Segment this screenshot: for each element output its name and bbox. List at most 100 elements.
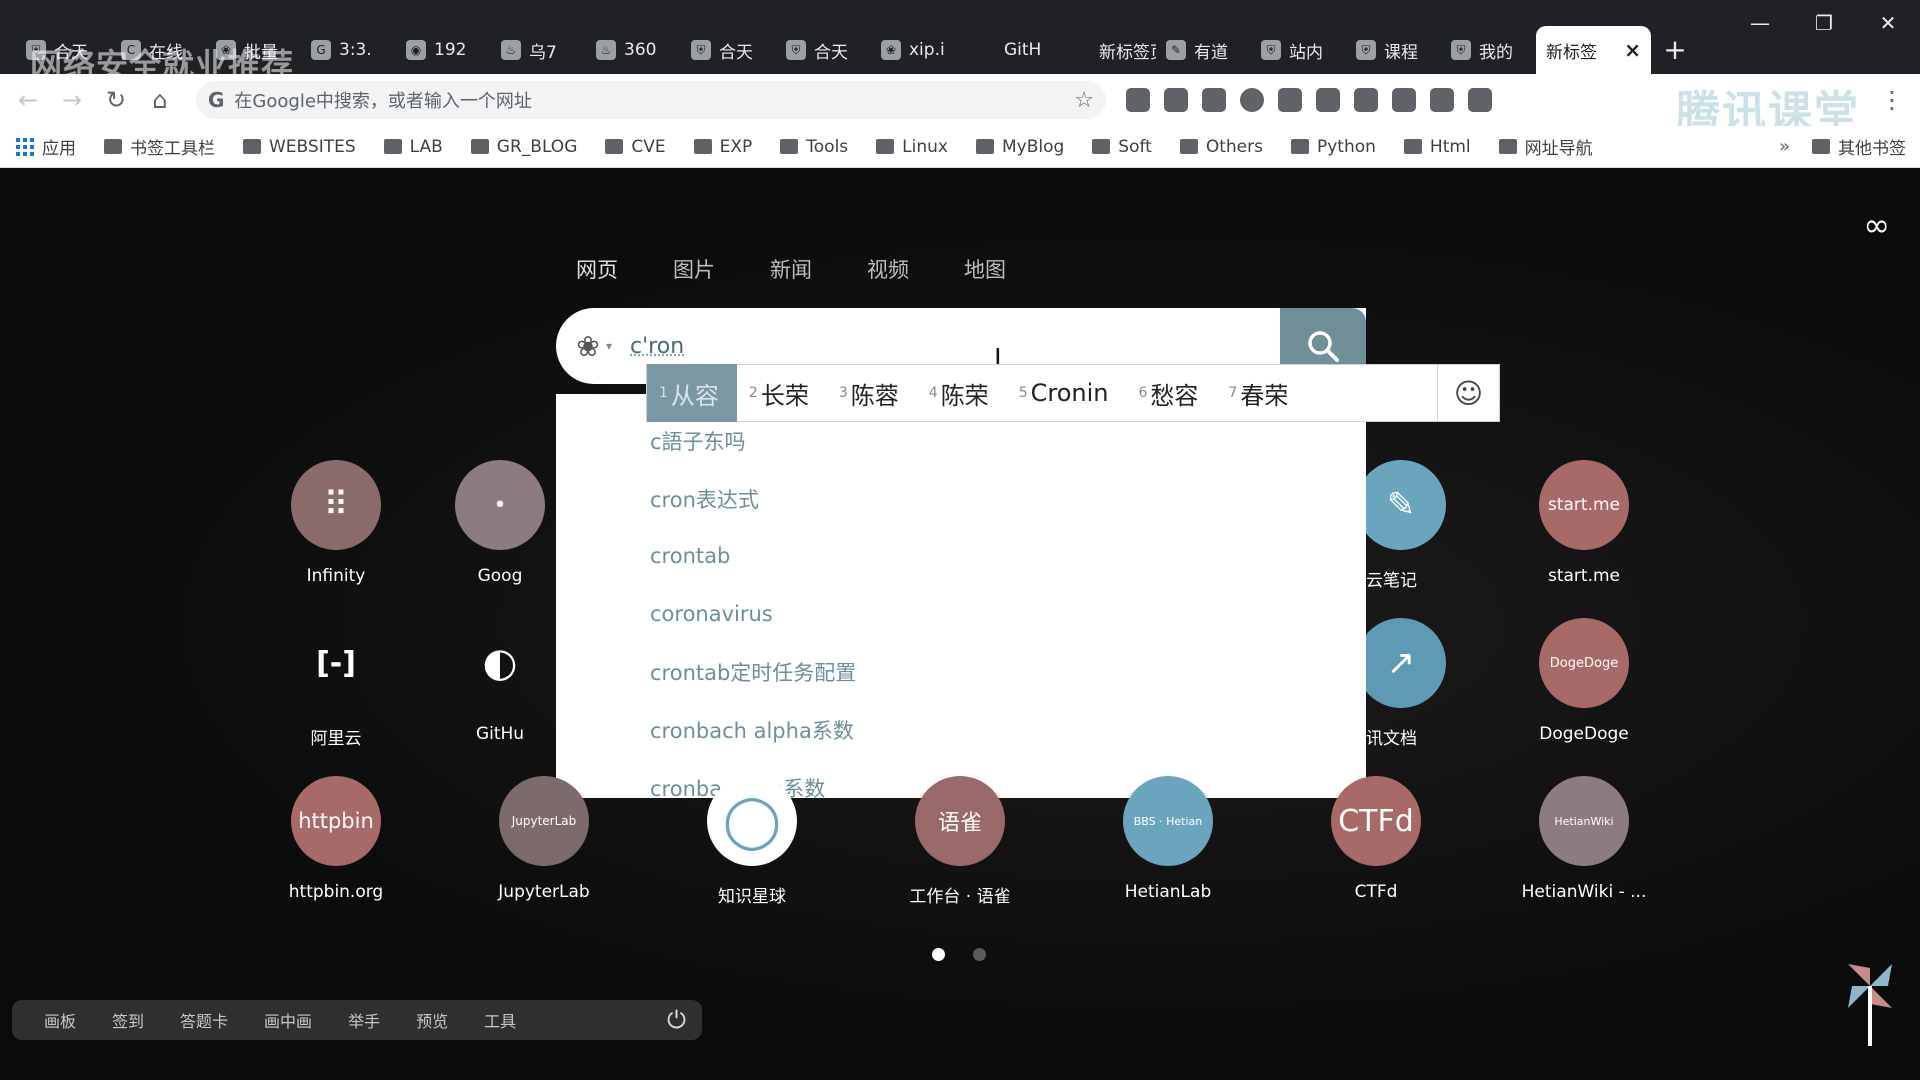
new-tab-button[interactable]: + bbox=[1651, 26, 1699, 74]
suggestion-item[interactable]: crontab bbox=[650, 528, 1366, 586]
speed-dial-google[interactable]: • Goog bbox=[444, 460, 556, 586]
extension-icon[interactable] bbox=[1278, 88, 1302, 112]
bookmark-folder[interactable]: 网址导航 bbox=[1498, 134, 1593, 159]
tab[interactable]: ⛨ 站内 bbox=[1251, 26, 1346, 74]
speed-dial-hetianwiki[interactable]: HetianWiki HetianWiki - ... bbox=[1484, 776, 1684, 902]
tool-check-in[interactable]: 签到 bbox=[112, 1008, 144, 1032]
speed-dial-httpbin[interactable]: httpbin httpbin.org bbox=[236, 776, 436, 902]
extension-icon[interactable] bbox=[1202, 88, 1226, 112]
ime-candidate[interactable]: 3 陈蓉 bbox=[827, 364, 917, 422]
close-icon[interactable]: × bbox=[1624, 38, 1641, 62]
pinwheel-icon[interactable] bbox=[1842, 958, 1898, 1048]
reload-button[interactable]: ↻ bbox=[94, 78, 138, 122]
menu-icon[interactable]: ⋮ bbox=[1880, 86, 1904, 114]
tab[interactable]: ♨ 360 bbox=[586, 26, 681, 74]
bookmark-folder[interactable]: EXP bbox=[693, 137, 752, 157]
suggestion-item[interactable]: cronbach alpha系数 bbox=[650, 701, 1366, 759]
bookmark-folder[interactable]: Html bbox=[1403, 137, 1471, 157]
bookmark-folder[interactable]: GR_BLOG bbox=[470, 137, 577, 157]
bookmark-folder[interactable]: WEBSITES bbox=[243, 137, 356, 157]
bookmark-folder[interactable]: Linux bbox=[876, 137, 948, 157]
other-bookmarks[interactable]: 其他书签 bbox=[1812, 134, 1906, 159]
speed-dial-github[interactable]: ◐ GitHu bbox=[444, 618, 556, 744]
speed-dial-jupyterlab[interactable]: JupyterLab JupyterLab bbox=[444, 776, 644, 902]
speed-dial-hetianlab[interactable]: BBS · Hetian HetianLab bbox=[1068, 776, 1268, 902]
tab-images[interactable]: 图片 bbox=[673, 254, 715, 284]
tool-preview[interactable]: 预览 bbox=[416, 1008, 448, 1032]
tool-drawing-board[interactable]: 画板 bbox=[44, 1008, 76, 1032]
speed-dial-cloud-notes[interactable]: ✎ 云笔记 bbox=[1366, 460, 1450, 591]
bookmark-folder[interactable]: Tools bbox=[780, 137, 848, 157]
infinity-icon[interactable]: ∞ bbox=[1863, 206, 1890, 244]
speed-dial-aliyun[interactable]: [-] 阿里云 bbox=[236, 618, 436, 750]
extension-icon[interactable] bbox=[1164, 88, 1188, 112]
close-window-button[interactable]: ✕ bbox=[1856, 0, 1920, 46]
suggestion-item[interactable]: coronavirus bbox=[650, 585, 1366, 643]
bookmark-folder[interactable]: Soft bbox=[1092, 137, 1152, 157]
extension-icon[interactable] bbox=[1430, 88, 1454, 112]
bookmark-folder[interactable]: Others bbox=[1179, 137, 1263, 157]
extension-icon[interactable] bbox=[1354, 88, 1378, 112]
speed-dial-infinity[interactable]: ⠿ Infinity bbox=[236, 460, 436, 586]
bookmark-folder[interactable]: Python bbox=[1290, 137, 1376, 157]
ime-candidate[interactable]: 2 长荣 bbox=[737, 364, 827, 422]
bookmark-folder[interactable]: CVE bbox=[605, 137, 666, 157]
minimize-button[interactable]: — bbox=[1728, 0, 1792, 46]
bookmark-folder[interactable]: MyBlog bbox=[975, 137, 1064, 157]
tab[interactable]: ⛨ 合天 bbox=[776, 26, 871, 74]
tab[interactable]: ⛨ 课程 bbox=[1346, 26, 1441, 74]
speed-dial-zsxq[interactable]: ◯ 知识星球 bbox=[652, 776, 852, 907]
tool-tools[interactable]: 工具 bbox=[484, 1008, 516, 1032]
extension-icon[interactable] bbox=[1316, 88, 1340, 112]
ime-candidate[interactable]: 5 Cronin bbox=[1007, 364, 1127, 422]
tab[interactable]: GitH bbox=[966, 26, 1061, 74]
bookmark-overflow-button[interactable]: » bbox=[1779, 136, 1790, 157]
emoji-icon[interactable]: ☺ bbox=[1437, 364, 1499, 422]
ime-candidate[interactable]: 6 愁容 bbox=[1126, 364, 1216, 422]
ime-candidate[interactable]: 4 陈荣 bbox=[917, 364, 1007, 422]
tab[interactable]: ⛨ 我的 bbox=[1441, 26, 1536, 74]
ime-candidate[interactable]: 1 从容 bbox=[647, 364, 737, 422]
speed-dial-dogedoge[interactable]: DogeDoge DogeDoge bbox=[1484, 618, 1684, 744]
extension-icon[interactable] bbox=[1126, 88, 1150, 112]
extension-icon[interactable] bbox=[1240, 88, 1264, 112]
tab[interactable]: ✎ 有道 bbox=[1156, 26, 1251, 74]
ime-candidate[interactable]: 7 春荣 bbox=[1216, 364, 1306, 422]
chevron-down-icon[interactable]: ▾ bbox=[606, 339, 612, 353]
tab-maps[interactable]: 地图 bbox=[964, 254, 1006, 284]
tab[interactable]: ♨ 乌7 bbox=[491, 26, 586, 74]
tool-answer-card[interactable]: 答题卡 bbox=[180, 1008, 228, 1032]
speed-dial-yuque[interactable]: 语雀 工作台 · 语雀 bbox=[860, 776, 1060, 907]
bookmark-apps[interactable]: 应用 bbox=[16, 134, 76, 159]
tab[interactable]: G 3:3. bbox=[301, 26, 396, 74]
back-button[interactable]: ← bbox=[6, 78, 50, 122]
power-icon[interactable]: ⏻ bbox=[667, 1006, 686, 1034]
address-bar[interactable]: G 在Google中搜索，或者输入一个网址 ☆ bbox=[196, 81, 1106, 119]
star-icon[interactable]: ☆ bbox=[1074, 88, 1094, 113]
page-dot[interactable] bbox=[973, 948, 986, 961]
home-button[interactable]: ⌂ bbox=[138, 78, 182, 122]
extension-icon[interactable] bbox=[1392, 88, 1416, 112]
tab[interactable]: 新标签页 bbox=[1061, 26, 1156, 74]
suggestion-item[interactable]: cron表达式 bbox=[650, 470, 1366, 528]
page-dot-active[interactable] bbox=[932, 948, 945, 961]
extension-icon[interactable] bbox=[1468, 88, 1492, 112]
tab-videos[interactable]: 视频 bbox=[867, 254, 909, 284]
tool-picture-in-picture[interactable]: 画中画 bbox=[264, 1008, 312, 1032]
tab-news[interactable]: 新闻 bbox=[770, 254, 812, 284]
forward-button[interactable]: → bbox=[50, 78, 94, 122]
speed-dial-tencent-docs[interactable]: ↗ 讯文档 bbox=[1366, 618, 1450, 749]
tab[interactable]: ❀ xip.i bbox=[871, 26, 966, 74]
restore-button[interactable]: ❐ bbox=[1792, 0, 1856, 46]
tool-raise-hand[interactable]: 举手 bbox=[348, 1008, 380, 1032]
search-input[interactable]: c'ron bbox=[630, 334, 1318, 359]
tab-web[interactable]: 网页 bbox=[576, 254, 618, 284]
tab-active[interactable]: 新标签 × bbox=[1536, 26, 1651, 74]
speed-dial-startme[interactable]: start.me start.me bbox=[1484, 460, 1684, 586]
tab[interactable]: ⛨ 合天 bbox=[681, 26, 776, 74]
bookmark-folder[interactable]: LAB bbox=[383, 137, 443, 157]
tab[interactable]: ◉ 192 bbox=[396, 26, 491, 74]
bookmark-folder[interactable]: 书签工具栏 bbox=[104, 134, 215, 159]
speed-dial-ctfd[interactable]: CTFd CTFd bbox=[1276, 776, 1476, 902]
suggestion-item[interactable]: crontab定时任务配置 bbox=[650, 643, 1366, 701]
